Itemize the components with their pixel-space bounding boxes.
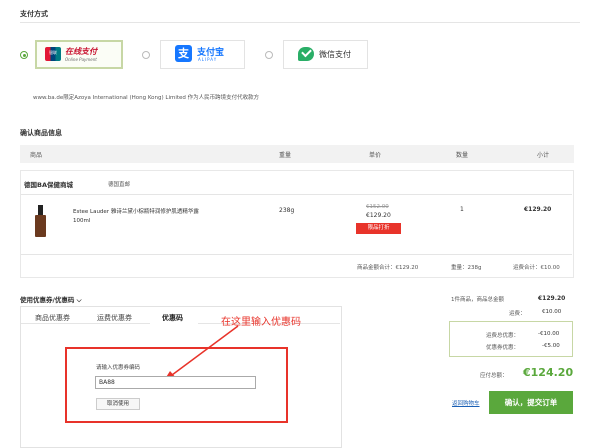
alipay-sublabel: ALIPAY [198, 57, 218, 62]
alipay-logo-icon: 支 [175, 45, 192, 62]
promo-code-input[interactable]: BA88 [95, 376, 256, 389]
payable-amount: €124.20 [523, 366, 574, 379]
unionpay-label: 在线支付 [65, 47, 97, 56]
annotation-arrow-icon [163, 325, 239, 382]
product-weight: 238g [279, 207, 295, 214]
discount-box [449, 321, 573, 357]
chevron-down-icon: ⌵ [76, 296, 82, 304]
shipping-discount-label: 运费总优惠： [486, 333, 520, 339]
goods-total: 商品金额合计：€129.20 [357, 265, 419, 271]
product-image[interactable] [28, 205, 54, 241]
divider [21, 254, 572, 255]
product-subtotal: €129.20 [524, 206, 552, 213]
radio-alipay[interactable] [142, 51, 150, 59]
submit-order-button[interactable]: 确认，提交订单 [489, 391, 573, 414]
divider [21, 194, 572, 195]
shipping-total: 运费合计：€10.00 [513, 265, 560, 271]
wechat-label: 微信支付 [319, 50, 351, 59]
bottle-body-icon [35, 215, 46, 237]
shipping-discount-value: -€10.00 [538, 331, 560, 337]
store-name: 德国BA保健商城 [24, 181, 73, 189]
product-size: 100ml [73, 218, 91, 224]
tab-goods-coupon[interactable]: 商品优惠券 [35, 313, 70, 323]
summary-shipping-label: 运费： [509, 311, 526, 317]
payment-option-alipay[interactable]: 支 支付宝 ALIPAY [160, 40, 245, 69]
cancel-coupon-button[interactable]: 取消使用 [96, 398, 140, 410]
weight-total: 重量：238g [451, 265, 482, 271]
unionpay-sublabel: Online Payment [65, 57, 97, 62]
confirm-section-title: 确认商品信息 [20, 129, 62, 137]
header-goods: 商品 [30, 152, 43, 159]
radio-wechat-pay[interactable] [265, 51, 273, 59]
summary-shipping-value: €10.00 [542, 309, 562, 315]
store-subtitle: 德国直邮 [108, 182, 131, 188]
payment-option-wechat[interactable]: 微信支付 [283, 40, 368, 69]
divider [20, 22, 580, 23]
goods-table-body [20, 170, 574, 278]
coupon-discount-label: 优惠券优惠： [486, 345, 520, 351]
payment-option-unionpay[interactable]: 银联 在线支付 Online Payment [35, 40, 123, 69]
coupon-section-title[interactable]: 使用优惠券/优惠码 ⌵ [20, 294, 82, 305]
unionpay-badge: 银联 [49, 50, 57, 55]
promo-code-label: 请输入优惠券编码 [96, 365, 141, 371]
payment-note: www.ba.de限定Azoya International (Hong Kon… [33, 95, 260, 101]
header-weight: 重量 [279, 152, 292, 159]
bottle-cap-icon [38, 205, 43, 215]
back-to-cart-link[interactable]: 返回购物车 [452, 399, 480, 407]
tab-shipping-coupon[interactable]: 运费优惠券 [97, 313, 132, 323]
header-unit-price: 单价 [369, 152, 382, 159]
product-quantity: 1 [460, 206, 464, 213]
summary-goods-label: 1件商品，商品总金额 [451, 297, 504, 303]
summary-goods-value: €129.20 [538, 295, 566, 302]
promo-code-value: BA88 [99, 379, 115, 386]
coupon-title-text: 使用优惠券/优惠码 [20, 296, 75, 304]
product-price: €129.20 [366, 212, 391, 219]
header-subtotal: 小计 [537, 152, 550, 159]
payable-label: 应付总额： [480, 373, 508, 379]
product-name[interactable]: Estee Lauder 雅诗兰黛小棕瓶特润修护肌透精华露 [73, 207, 199, 215]
product-old-price: €152.00 [366, 204, 389, 210]
header-quantity: 数量 [456, 152, 469, 159]
radio-online-payment[interactable] [20, 51, 28, 59]
coupon-discount-value: -€5.00 [542, 343, 560, 349]
discount-badge: 限品打折 [356, 223, 401, 234]
goods-table-header [20, 145, 574, 163]
payment-section-title: 支付方式 [20, 10, 48, 18]
